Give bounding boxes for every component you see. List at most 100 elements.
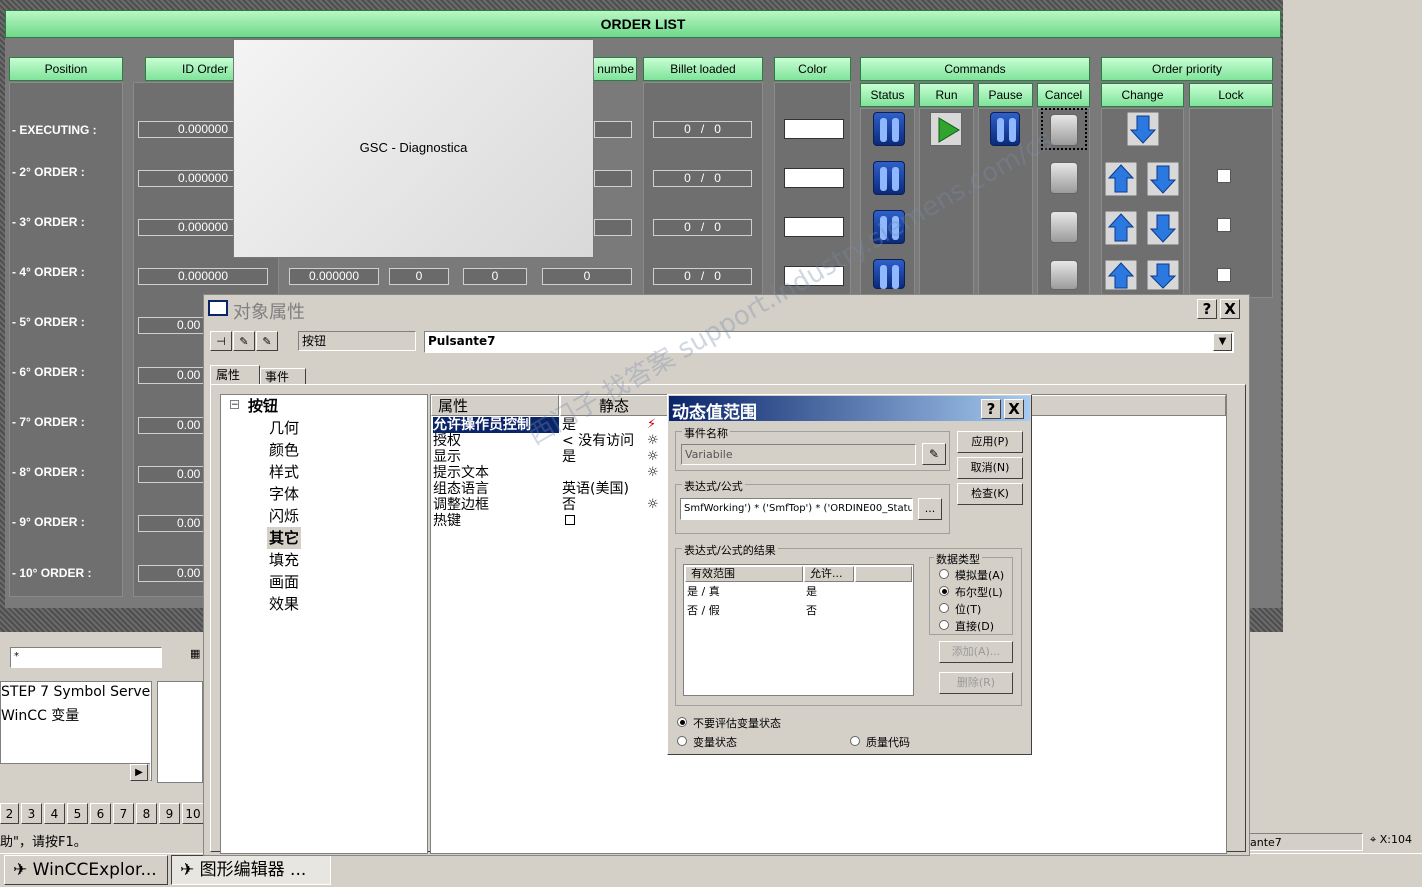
arrow-down-icon[interactable] bbox=[1147, 260, 1179, 290]
datatype-analog-label[interactable]: 模拟量(A) bbox=[955, 567, 1004, 583]
cancel-button[interactable]: 取消(N) bbox=[957, 457, 1023, 479]
filter-input[interactable]: * bbox=[10, 647, 162, 668]
grid-row-attr[interactable]: 授权 bbox=[433, 433, 461, 449]
list-item[interactable]: STEP 7 Symbol Server bbox=[1, 684, 151, 700]
scroll-right-icon[interactable]: ▶ bbox=[130, 764, 148, 781]
status-icon[interactable] bbox=[873, 161, 905, 195]
property-tree[interactable]: − 按钮 几何 颜色 样式 字体 闪烁 其它 填充 画面 效果 bbox=[220, 394, 428, 854]
check-button[interactable]: 检查(K) bbox=[957, 483, 1023, 505]
page-tab[interactable]: 5 bbox=[67, 803, 88, 824]
grid-row-attr[interactable]: 调整边框 bbox=[433, 497, 489, 513]
datatype-analog-radio[interactable] bbox=[939, 569, 949, 579]
result-row-allow[interactable]: 是 bbox=[806, 583, 817, 599]
bulb-icon[interactable]: ☼ bbox=[647, 497, 659, 512]
grid-row-attr[interactable]: 允许操作员控制 bbox=[433, 417, 559, 433]
delete-button[interactable]: 删除(R) bbox=[939, 672, 1013, 694]
paste-format-icon[interactable]: ✎ bbox=[256, 331, 278, 351]
page-tab[interactable]: 6 bbox=[90, 803, 111, 824]
no-eval-status-label[interactable]: 不要评估变量状态 bbox=[693, 715, 781, 731]
add-button[interactable]: 添加(A)... bbox=[939, 641, 1013, 663]
result-header-range[interactable]: 有效范围 bbox=[685, 566, 803, 582]
datatype-bool-radio[interactable] bbox=[939, 586, 949, 596]
grid-row-value[interactable]: 是 bbox=[562, 449, 576, 465]
filter-icon[interactable]: ▦ bbox=[190, 647, 204, 667]
pin-icon[interactable]: ⊣ bbox=[210, 331, 232, 351]
trash-icon[interactable] bbox=[1050, 211, 1078, 243]
tree-item-flashing[interactable]: 闪烁 bbox=[269, 505, 299, 527]
tree-item-miscellaneous[interactable]: 其它 bbox=[267, 527, 302, 549]
bulb-icon[interactable]: ☼ bbox=[647, 465, 659, 480]
hotkey-box[interactable] bbox=[565, 515, 575, 525]
tab-properties[interactable]: 属性 bbox=[210, 365, 260, 385]
collapse-icon[interactable]: − bbox=[230, 400, 239, 410]
tree-item-geometry[interactable]: 几何 bbox=[269, 417, 299, 439]
trash-icon[interactable] bbox=[1050, 260, 1078, 290]
grid-row-attr[interactable]: 组态语言 bbox=[433, 481, 489, 497]
browse-button[interactable]: ... bbox=[918, 498, 942, 520]
arrow-down-icon[interactable] bbox=[1147, 211, 1179, 245]
quality-code-radio[interactable] bbox=[850, 736, 860, 746]
trash-icon[interactable] bbox=[1050, 114, 1078, 146]
h-scrollbar[interactable]: ▶ bbox=[0, 763, 150, 781]
gsc-popup[interactable]: GSC - Diagnostica bbox=[233, 39, 594, 258]
result-header-allow[interactable]: 允许... bbox=[804, 566, 854, 582]
quality-code-label[interactable]: 质量代码 bbox=[866, 734, 910, 750]
help-button[interactable]: ? bbox=[1197, 299, 1217, 319]
status-icon[interactable] bbox=[873, 112, 905, 146]
datatype-bit-label[interactable]: 位(T) bbox=[955, 601, 981, 617]
chevron-down-icon[interactable]: ▼ bbox=[1213, 333, 1232, 351]
result-table[interactable]: 有效范围 允许... 是 / 真 是 否 / 假 否 bbox=[683, 564, 914, 696]
tree-item-styles[interactable]: 样式 bbox=[269, 461, 299, 483]
tree-item-font[interactable]: 字体 bbox=[269, 483, 299, 505]
status-icon[interactable] bbox=[873, 259, 905, 289]
lock-checkbox[interactable] bbox=[1217, 169, 1231, 183]
dynamic-red-icon[interactable]: ⚡ bbox=[647, 417, 656, 432]
bulb-icon[interactable]: ☼ bbox=[647, 433, 659, 448]
tag-status-radio[interactable] bbox=[677, 736, 687, 746]
tree-item-picture[interactable]: 画面 bbox=[269, 571, 299, 593]
arrow-down-icon[interactable] bbox=[1147, 162, 1179, 196]
page-tab[interactable]: 7 bbox=[113, 803, 134, 824]
close-button[interactable]: X bbox=[1220, 299, 1240, 319]
arrow-up-icon[interactable] bbox=[1105, 211, 1137, 245]
select-trigger-icon[interactable]: ✎ bbox=[922, 443, 946, 465]
tree-item-effects[interactable]: 效果 bbox=[269, 593, 299, 615]
grid-row-attr[interactable]: 提示文本 bbox=[433, 465, 489, 481]
arrow-down-icon[interactable] bbox=[1127, 112, 1159, 146]
page-tab[interactable]: 3 bbox=[21, 803, 42, 824]
lock-checkbox[interactable] bbox=[1217, 268, 1231, 282]
trash-icon[interactable] bbox=[1050, 162, 1078, 194]
grid-row-value[interactable]: 否 bbox=[562, 497, 576, 513]
result-row-range[interactable]: 否 / 假 bbox=[687, 602, 720, 618]
tag-status-label[interactable]: 变量状态 bbox=[693, 734, 737, 750]
arrow-up-icon[interactable] bbox=[1105, 162, 1137, 196]
help-button[interactable]: ? bbox=[981, 399, 1001, 419]
page-tab[interactable]: 8 bbox=[136, 803, 157, 824]
close-button[interactable]: X bbox=[1004, 399, 1024, 419]
page-tab[interactable]: 10 bbox=[182, 803, 204, 824]
apply-button[interactable]: 应用(P) bbox=[957, 431, 1023, 453]
tab-events[interactable]: 事件 bbox=[260, 368, 306, 385]
datatype-direct-label[interactable]: 直接(D) bbox=[955, 618, 994, 634]
datatype-bool-label[interactable]: 布尔型(L) bbox=[955, 584, 1003, 600]
tree-item-colors[interactable]: 颜色 bbox=[269, 439, 299, 461]
grid-header-attribute[interactable]: 属性 bbox=[431, 395, 559, 416]
tree-item-filling[interactable]: 填充 bbox=[269, 549, 299, 571]
grid-row-value[interactable]: < 没有访问 bbox=[562, 433, 634, 449]
grid-row-value[interactable]: 是 bbox=[562, 417, 576, 433]
grid-row-attr[interactable]: 显示 bbox=[433, 449, 461, 465]
page-tab[interactable]: 9 bbox=[159, 803, 180, 824]
grid-row-attr[interactable]: 热键 bbox=[433, 513, 461, 529]
no-eval-status-radio[interactable] bbox=[677, 717, 687, 727]
taskbar-item-graphics-designer[interactable]: ✈ 图形编辑器 ... bbox=[171, 855, 331, 885]
grid-header-static[interactable]: 静态 bbox=[560, 395, 668, 416]
expression-input[interactable]: SmfWorking') * ('SmfTop') * ('ORDINE00_S… bbox=[680, 498, 913, 520]
result-row-allow[interactable]: 否 bbox=[806, 602, 817, 618]
tree-root[interactable]: 按钮 bbox=[248, 395, 278, 417]
lock-checkbox[interactable] bbox=[1217, 218, 1231, 232]
arrow-up-icon[interactable] bbox=[1105, 260, 1137, 290]
list-item[interactable]: WinCC 变量 bbox=[1, 705, 79, 725]
run-button[interactable] bbox=[930, 112, 962, 146]
grid-row-value[interactable]: 英语(美国) bbox=[562, 481, 629, 497]
page-tab[interactable]: 2 bbox=[0, 803, 19, 824]
